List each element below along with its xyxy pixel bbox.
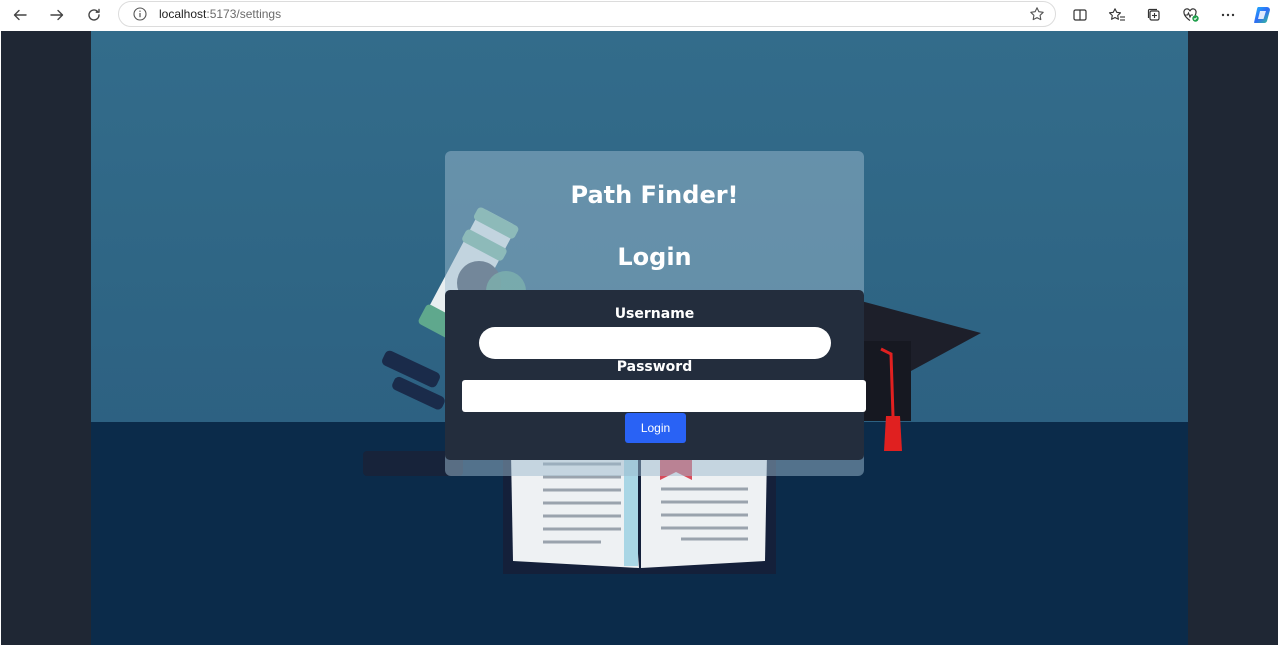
collections-icon[interactable]: [1144, 5, 1164, 25]
url-path: :5173/settings: [206, 7, 282, 21]
forward-arrow-icon[interactable]: [44, 3, 70, 27]
browser-toolbar: localhost:5173/settings: [0, 0, 1280, 30]
heart-pulse-icon[interactable]: [1181, 5, 1201, 25]
login-form: Username Password Login: [445, 290, 866, 460]
back-arrow-icon[interactable]: [7, 3, 33, 27]
url-text: localhost:5173/settings: [159, 7, 281, 21]
favorites-icon[interactable]: [1107, 5, 1127, 25]
split-screen-icon[interactable]: [1070, 5, 1090, 25]
address-bar[interactable]: localhost:5173/settings: [118, 1, 1056, 27]
password-label: Password: [616, 359, 693, 375]
page-title: Path Finder!: [570, 181, 739, 209]
refresh-icon[interactable]: [81, 3, 107, 27]
page-viewport: Path Finder! Login Username Password Log…: [1, 31, 1278, 645]
login-button[interactable]: Login: [625, 413, 686, 443]
username-input[interactable]: [479, 327, 831, 359]
info-icon[interactable]: [133, 7, 147, 21]
username-label: Username: [614, 306, 695, 322]
password-input[interactable]: [462, 380, 866, 412]
copilot-icon[interactable]: [1252, 5, 1272, 25]
login-heading: Login: [617, 243, 692, 271]
star-icon[interactable]: [1029, 6, 1045, 22]
url-host: localhost: [159, 7, 207, 21]
more-icon[interactable]: [1218, 5, 1238, 25]
